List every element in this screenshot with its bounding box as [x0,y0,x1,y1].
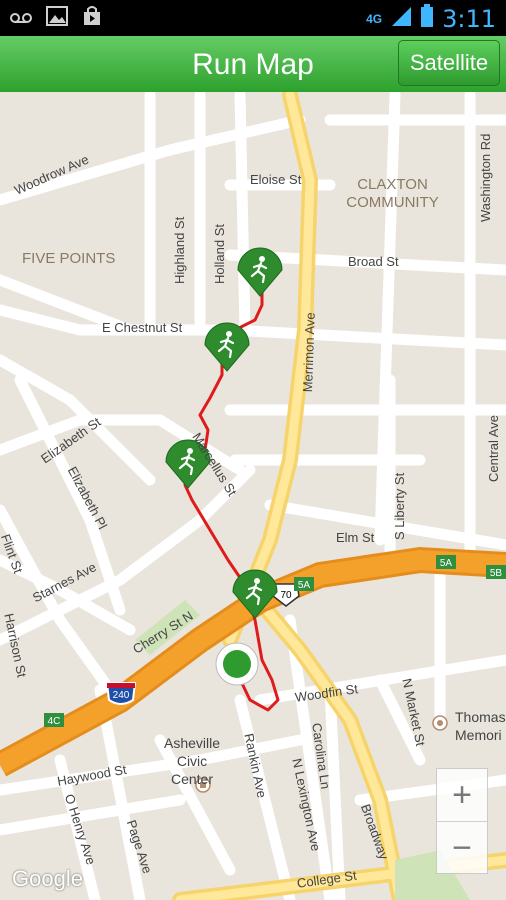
image-icon [46,6,68,32]
signal-icon [390,5,412,32]
interstate-240-label: 240 [113,690,130,701]
app-bar: Run Map Satellite [0,36,506,93]
zoom-controls: + − [436,768,488,874]
street-label: Merrimon Ave [300,312,318,393]
status-bar: 4G 3:11 [0,0,506,36]
street-label: Elm St [336,530,375,545]
google-logo: Google [12,866,83,891]
street-label: Washington Rd [478,133,493,222]
us-70-label: 70 [280,590,292,601]
street-label: Eloise St [250,172,302,187]
exit-4c-label: 4C [48,716,61,727]
exit-5b-label: 5B [490,568,503,579]
satellite-button[interactable]: Satellite [398,40,500,86]
zoom-in-button[interactable]: + [437,769,487,821]
clock: 3:11 [442,4,496,33]
neighborhood-label: FIVE POINTS [22,250,116,267]
exit-5a-label: 5A [298,580,311,591]
interstate-240-shield: 240 [105,682,137,705]
map-view[interactable]: 240 70 5A 5A 5B 4C Woodrow Ave Eloise St… [0,92,506,900]
battery-icon [420,4,434,33]
neighborhood-label: CLAXTON COMMUNITY [346,176,439,211]
street-label: Central Ave [486,415,501,482]
street-label: Highland St [172,216,187,284]
exit-5a-label: 5A [440,558,453,569]
thomas-poi-icon [432,715,448,731]
start-marker[interactable] [215,642,259,686]
store-icon [82,6,102,32]
zoom-out-button[interactable]: − [437,821,487,874]
street-label: E Chestnut St [102,320,183,335]
street-label: S Liberty St [392,472,407,540]
voicemail-icon [10,7,32,31]
poi-label: Asheville Civic Center [163,735,221,787]
street-label: Broad St [348,254,399,269]
network-type: 4G [366,11,383,26]
poi-label: Thomas Memori [455,709,506,743]
street-label: Holland St [212,224,227,284]
